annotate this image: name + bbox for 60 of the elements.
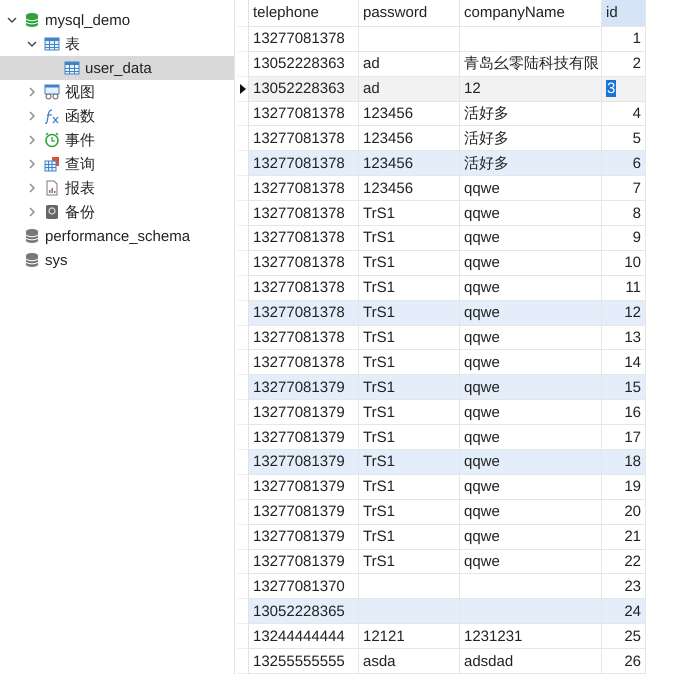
table-row[interactable]: 13277081378 123456 活好多 6 (237, 151, 646, 176)
table-row[interactable]: 13277081370 23 (237, 574, 646, 600)
tree-item[interactable]: mysql_demo (0, 8, 234, 32)
table-row[interactable]: 13277081379 TrS1 qqwe 22 (237, 550, 646, 574)
column-header[interactable]: telephone (249, 0, 359, 27)
table-row[interactable]: 13255555555 asda adsdad 26 (237, 649, 646, 674)
table-row[interactable]: 13277081378 123456 活好多 4 (237, 102, 646, 126)
row-indicator[interactable] (237, 76, 249, 102)
table-cell: asda (359, 649, 460, 674)
tree-item[interactable]: 函数 (0, 104, 234, 128)
tree-item[interactable]: performance_schema (0, 224, 234, 248)
table-row[interactable]: 13277081378 TrS1 qqwe 13 (237, 326, 646, 350)
table-row[interactable]: 13277081379 TrS1 qqwe 17 (237, 425, 646, 450)
tree-item[interactable]: 备份 (0, 200, 234, 224)
database-icon (24, 228, 40, 244)
table-row[interactable]: 13052228363 ad 青岛幺零陆科技有限 2 (237, 52, 646, 77)
table-cell: 3 (602, 76, 646, 102)
database-icon (24, 12, 40, 28)
table-icon (64, 60, 80, 76)
table-row[interactable]: 13277081379 TrS1 qqwe 20 (237, 500, 646, 525)
table-row[interactable]: 13277081378 TrS1 qqwe 14 (237, 350, 646, 376)
report-icon (44, 180, 60, 196)
table-row[interactable]: 13277081378 TrS1 qqwe 11 (237, 276, 646, 301)
table-cell: adsdad (460, 649, 602, 674)
tree-item[interactable]: 表 (0, 32, 234, 56)
table-row[interactable]: 13277081379 TrS1 qqwe 19 (237, 474, 646, 500)
current-row-icon (240, 84, 246, 94)
corner-header (237, 0, 249, 27)
table-row[interactable]: 13244444444 12121 1231231 25 (237, 624, 646, 650)
tree-item[interactable]: 报表 (0, 176, 234, 200)
view-icon (44, 84, 60, 100)
table-row[interactable]: 13277081379 TrS1 qqwe 18 (237, 450, 646, 475)
table-cell: 13255555555 (249, 649, 359, 674)
function-icon (44, 108, 60, 124)
column-header[interactable]: password (359, 0, 460, 27)
column-header[interactable]: id (602, 0, 646, 27)
table-cell: 26 (602, 649, 646, 674)
table-row[interactable]: 13277081378 TrS1 qqwe 9 (237, 226, 646, 251)
tree-item[interactable]: 查询 (0, 152, 234, 176)
table-icon (44, 36, 60, 52)
query-icon (44, 156, 60, 172)
tree-item[interactable]: sys (0, 248, 234, 272)
clock-icon (44, 132, 60, 148)
table-row[interactable]: 13277081378 TrS1 qqwe 8 (237, 201, 646, 226)
database-icon (24, 252, 40, 268)
tree-item[interactable]: 事件 (0, 128, 234, 152)
table-row[interactable]: 13277081379 TrS1 qqwe 15 (237, 375, 646, 400)
tree-item[interactable]: user_data (0, 56, 234, 80)
table-row[interactable]: 13052228363 ad 12 3 (237, 76, 646, 102)
table-row[interactable]: 13277081378 123456 活好多 5 (237, 126, 646, 152)
table-row[interactable]: 13277081379 TrS1 qqwe 16 (237, 400, 646, 426)
table-row[interactable]: 13277081378 1 (237, 26, 646, 52)
table-row[interactable]: 13277081378 TrS1 qqwe 12 (237, 300, 646, 326)
backup-icon (44, 204, 60, 220)
column-header[interactable]: companyName (460, 0, 602, 27)
table-row[interactable]: 13277081379 TrS1 qqwe 21 (237, 524, 646, 550)
table-row[interactable]: 13277081378 TrS1 qqwe 10 (237, 250, 646, 276)
table-row[interactable]: 13277081378 123456 qqwe 7 (237, 176, 646, 202)
table-row[interactable]: 13052228365 24 (237, 599, 646, 624)
tree-item[interactable]: 视图 (0, 80, 234, 104)
